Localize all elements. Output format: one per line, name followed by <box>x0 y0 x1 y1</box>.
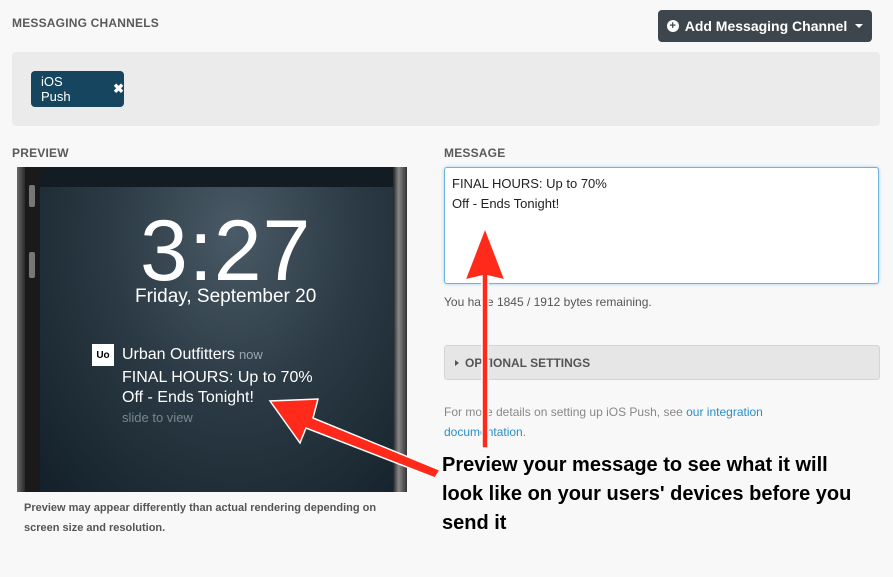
add-messaging-channel-button[interactable]: + Add Messaging Channel <box>658 10 872 42</box>
triangle-right-icon <box>455 359 459 366</box>
notification-line-2: Off - Ends Tonight! <box>122 389 254 406</box>
phone-side-button <box>29 185 35 207</box>
message-title: MESSAGE <box>444 146 506 160</box>
notification-time: now <box>238 347 263 362</box>
details-suffix: . <box>522 425 527 439</box>
phone-edge <box>17 167 25 492</box>
message-textarea[interactable] <box>444 167 879 284</box>
lock-screen-date: Friday, September 20 <box>135 286 317 307</box>
preview-disclaimer: Preview may appear differently than actu… <box>24 502 377 534</box>
lock-screen: 3:27 Friday, September 20 Uo Urban Outfi… <box>40 167 393 492</box>
add-messaging-channel-label: Add Messaging Channel <box>684 18 848 34</box>
plus-circle-icon: + <box>666 20 679 32</box>
callout-text: Preview your message to see what it will… <box>442 454 852 534</box>
notification-app-name: Urban Outfitters now <box>122 346 263 364</box>
notification-line-1: FINAL HOURS: Up to 70% <box>122 369 313 386</box>
app-logo-icon: Uo <box>92 344 114 366</box>
slide-to-view-text: slide to view <box>122 410 193 425</box>
notification-app-label: Urban Outfitters <box>122 346 235 363</box>
channel-tag-label: iOS Push <box>41 74 71 104</box>
phone-side-button <box>29 252 35 278</box>
close-icon[interactable]: ✖ <box>113 81 124 97</box>
caret-down-icon <box>855 24 864 28</box>
bytes-remaining: You have 1845 / 1912 bytes remaining. <box>444 295 652 309</box>
phone-edge <box>393 167 407 492</box>
optional-settings-toggle[interactable]: OPTIONAL SETTINGS <box>444 345 880 380</box>
channel-tag-ios-push[interactable]: iOS Push ✖ <box>31 71 124 107</box>
integration-details: For more details on setting up iOS Push,… <box>444 402 834 442</box>
optional-settings-label: OPTIONAL SETTINGS <box>465 355 591 370</box>
status-bar <box>40 167 393 187</box>
preview-title: PREVIEW <box>12 146 69 160</box>
channel-list <box>12 52 880 126</box>
phone-preview: 3:27 Friday, September 20 Uo Urban Outfi… <box>17 167 407 492</box>
messaging-channels-title: MESSAGING CHANNELS <box>12 16 159 30</box>
details-prefix: For more details on setting up iOS Push,… <box>444 405 687 419</box>
